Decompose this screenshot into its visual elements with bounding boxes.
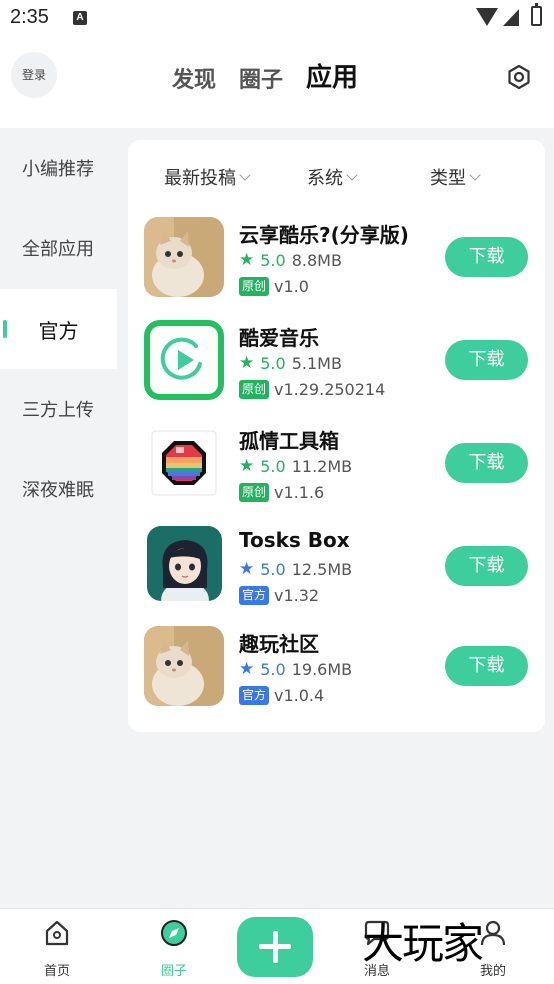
sidebar-item-third-party[interactable]: 三方上传 <box>0 369 117 449</box>
music-play-icon <box>144 320 224 400</box>
app-list-item[interactable]: Tosks Box ★ 5.0 12.5MB 官方 v1.32 下载 <box>128 526 545 626</box>
app-list-item[interactable]: 趣玩社区 ★ 5.0 19.6MB 官方 v1.0.4 下载 <box>128 626 545 726</box>
settings-icon[interactable] <box>506 64 532 90</box>
tab-apps[interactable]: 应用 <box>306 57 358 94</box>
app-rating: 5.0 <box>260 659 286 679</box>
sidebar-item-all-apps[interactable]: 全部应用 <box>0 208 117 288</box>
profile-icon <box>480 920 506 946</box>
filter-latest[interactable]: 最新投稿 <box>164 164 251 190</box>
star-icon: ★ <box>239 250 255 270</box>
signal-icon <box>503 9 519 26</box>
app-list-card: 最新投稿 系统 类型 云享酷乐?(分享版) ★ 5.0 8.8MB 原创 v1.… <box>128 140 545 732</box>
app-name: 孤情工具箱 <box>239 429 339 453</box>
original-badge: 原创 <box>239 380 270 399</box>
app-rating: 5.0 <box>260 353 286 373</box>
active-indicator <box>3 320 7 338</box>
download-button[interactable]: 下载 <box>445 237 528 277</box>
app-meta: ★ 5.0 11.2MB <box>239 456 352 476</box>
status-bar: 2:35 A <box>0 0 554 38</box>
download-button[interactable]: 下载 <box>445 443 528 483</box>
app-version-row: 原创 v1.29.250214 <box>239 380 385 399</box>
compass-icon <box>161 920 187 946</box>
download-button[interactable]: 下载 <box>445 340 528 380</box>
app-list-item[interactable]: 酷爱音乐 ★ 5.0 5.1MB 原创 v1.29.250214 下载 <box>128 320 545 420</box>
app-size: 19.6MB <box>291 659 353 679</box>
filter-label: 类型 <box>430 168 466 189</box>
wifi-icon <box>476 8 498 26</box>
status-time: 2:35 <box>10 6 49 28</box>
app-list-item[interactable]: 云享酷乐?(分享版) ★ 5.0 8.8MB 原创 v1.0 下载 <box>128 217 545 317</box>
app-list-item[interactable]: 孤情工具箱 ★ 5.0 11.2MB 原创 v1.1.6 下载 <box>128 423 545 523</box>
nav-circle[interactable]: 圈子 <box>134 909 214 984</box>
app-rating: 5.0 <box>260 250 286 270</box>
sidebar-item-late-night[interactable]: 深夜难眠 <box>0 449 117 529</box>
app-name: 云享酷乐?(分享版) <box>239 223 409 247</box>
filter-bar: 最新投稿 系统 类型 <box>128 164 545 194</box>
app-meta: ★ 5.0 12.5MB <box>239 559 352 579</box>
star-icon: ★ <box>239 353 255 373</box>
star-icon: ★ <box>239 456 255 476</box>
filter-label: 系统 <box>307 168 343 189</box>
app-meta: ★ 5.0 8.8MB <box>239 250 342 270</box>
tab-circle[interactable]: 圈子 <box>239 62 283 94</box>
app-name: Tosks Box <box>239 528 350 552</box>
chevron-down-icon <box>469 168 481 181</box>
app-version-row: 原创 v1.0 <box>239 277 309 296</box>
download-button[interactable]: 下载 <box>445 646 528 686</box>
star-icon: ★ <box>239 659 255 679</box>
add-post-button[interactable] <box>237 917 313 977</box>
bottom-navigation: 首页 圈子 消息 我的 大玩家 <box>0 908 554 984</box>
app-size: 5.1MB <box>291 353 342 373</box>
nav-label: 首页 <box>43 964 70 979</box>
official-badge: 官方 <box>239 586 270 605</box>
sidebar-item-editor-picks[interactable]: 小编推荐 <box>0 128 117 208</box>
nav-home[interactable]: 首页 <box>17 909 97 984</box>
category-sidebar: 小编推荐 全部应用 官方 三方上传 深夜难眠 <box>0 128 117 908</box>
app-version: v1.1.6 <box>274 483 325 502</box>
app-name: 趣玩社区 <box>239 632 319 656</box>
watermark-logo: 大玩家 <box>362 919 484 968</box>
original-badge: 原创 <box>239 483 270 502</box>
nav-label: 圈子 <box>160 964 187 979</box>
app-version-row: 官方 v1.32 <box>239 586 319 605</box>
original-badge: 原创 <box>239 277 270 296</box>
app-version: v1.29.250214 <box>274 380 386 399</box>
top-tabs: 发现 圈子 应用 <box>172 60 381 94</box>
anime-girl-icon <box>147 526 222 601</box>
app-meta: ★ 5.0 19.6MB <box>239 659 352 679</box>
app-size: 12.5MB <box>291 559 353 579</box>
app-version-row: 原创 v1.1.6 <box>239 483 324 502</box>
chevron-down-icon <box>239 168 251 181</box>
app-version: v1.0 <box>274 277 309 296</box>
notification-icon: A <box>73 11 87 25</box>
download-button[interactable]: 下载 <box>445 546 528 586</box>
cat-photo-icon <box>144 626 224 706</box>
battery-icon <box>531 3 542 26</box>
sidebar-item-label: 官方 <box>38 318 79 343</box>
star-icon: ★ <box>239 559 255 579</box>
app-rating: 5.0 <box>260 456 286 476</box>
app-size: 8.8MB <box>291 250 342 270</box>
top-header: 登录 发现 圈子 应用 <box>0 38 554 128</box>
filter-type[interactable]: 类型 <box>430 164 481 190</box>
filter-label: 最新投稿 <box>164 168 236 189</box>
filter-system[interactable]: 系统 <box>307 164 358 190</box>
login-button[interactable]: 登录 <box>11 52 57 98</box>
app-size: 11.2MB <box>291 456 353 476</box>
rainbow-gem-icon <box>144 423 224 503</box>
app-meta: ★ 5.0 5.1MB <box>239 353 342 373</box>
app-rating: 5.0 <box>260 559 286 579</box>
app-name: 酷爱音乐 <box>239 326 319 350</box>
app-version: v1.32 <box>274 586 320 605</box>
app-version: v1.0.4 <box>274 686 325 705</box>
sidebar-item-official[interactable]: 官方 <box>0 289 117 369</box>
official-badge: 官方 <box>239 686 270 705</box>
cat-photo-icon <box>144 217 224 297</box>
home-icon <box>45 920 69 946</box>
tab-discover[interactable]: 发现 <box>172 62 216 94</box>
chevron-down-icon <box>346 168 358 181</box>
app-version-row: 官方 v1.0.4 <box>239 686 324 705</box>
